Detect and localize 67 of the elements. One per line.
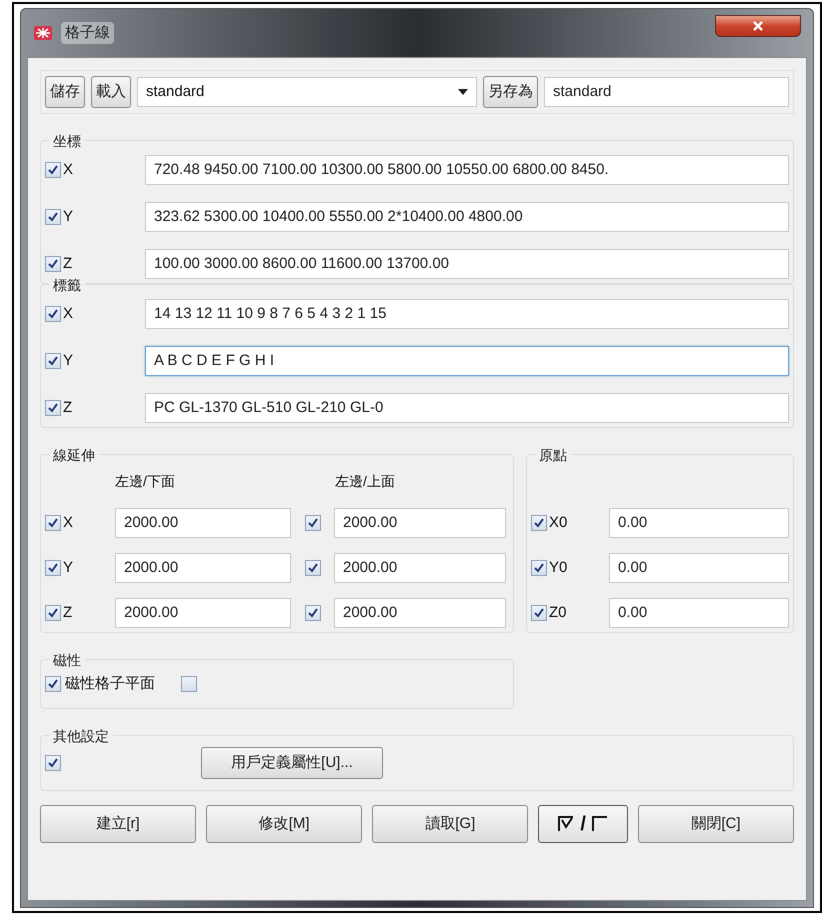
- text-field[interactable]: 14 13 12 11 10 9 8 7 6 5 4 3 2 1 15: [145, 299, 789, 329]
- column-heading: 左邊/下面: [115, 472, 176, 490]
- checkbox[interactable]: [45, 256, 61, 272]
- button[interactable]: 用戶定義屬性[U]...: [201, 747, 383, 779]
- checkbox[interactable]: [45, 162, 61, 178]
- field-label: X0: [549, 512, 568, 533]
- text-field[interactable]: 2000.00: [334, 598, 506, 628]
- column-heading: 左邊/上面: [335, 472, 395, 490]
- checkbox[interactable]: [45, 560, 61, 576]
- preset-dropdown[interactable]: standard: [137, 77, 477, 107]
- field-label: Y: [63, 206, 74, 227]
- empty-box-icon: [592, 816, 608, 832]
- text-field[interactable]: PC GL-1370 GL-510 GL-210 GL-0: [145, 393, 789, 423]
- button[interactable]: 修改[M]: [206, 805, 362, 843]
- text-field[interactable]: 0.00: [609, 553, 789, 583]
- checkbox[interactable]: [45, 605, 61, 621]
- text-field[interactable]: 2000.00: [115, 553, 291, 583]
- text-field[interactable]: A B C D E F G H I: [145, 346, 789, 376]
- button[interactable]: 讀取[G]: [372, 805, 528, 843]
- app-logo-icon: [33, 24, 53, 42]
- checkbox[interactable]: [304, 605, 320, 621]
- checkbox[interactable]: [45, 676, 61, 692]
- field-label: Z: [63, 254, 72, 274]
- field-label: Y: [63, 558, 74, 578]
- window-title: 格子線: [61, 22, 114, 44]
- checkbox[interactable]: [181, 676, 197, 692]
- checkbox[interactable]: [45, 755, 61, 771]
- field-label: Z0: [549, 602, 567, 623]
- text-field[interactable]: 323.62 5300.00 10400.00 5550.00 2*10400.00 4800.00: [145, 202, 789, 232]
- checkbox[interactable]: [45, 400, 61, 416]
- dropdown-value: standard: [146, 82, 206, 102]
- checkbox[interactable]: [531, 515, 547, 531]
- checked-box-icon: [558, 816, 574, 832]
- button[interactable]: 建立[r]: [40, 805, 196, 843]
- field-label: Z: [63, 602, 72, 623]
- name-field[interactable]: standard: [544, 77, 789, 107]
- checkbox-label: 磁性格子平面: [65, 674, 155, 694]
- field-label: Y0: [549, 558, 568, 578]
- field-label: Y: [63, 350, 74, 371]
- text-field[interactable]: 720.48 9450.00 7100.00 10300.00 5800.00 10550.00 6800.00 8450.: [145, 155, 789, 185]
- checkbox[interactable]: [531, 560, 547, 576]
- text-field[interactable]: 0.00: [609, 598, 789, 628]
- checkbox[interactable]: [531, 605, 547, 621]
- close-icon: [752, 20, 764, 32]
- checkbox[interactable]: [304, 560, 320, 576]
- checkbox[interactable]: [45, 515, 61, 531]
- text-field[interactable]: 2000.00: [115, 508, 291, 538]
- field-label: X: [63, 304, 74, 324]
- field-label: X: [63, 160, 74, 180]
- caret-icon: [458, 89, 468, 95]
- checkbox[interactable]: [45, 353, 61, 369]
- button[interactable]: 另存為: [483, 76, 538, 108]
- button[interactable]: 載入: [91, 76, 131, 108]
- check-toggle-button[interactable]: /: [538, 805, 628, 843]
- text-field[interactable]: 2000.00: [115, 598, 291, 628]
- button[interactable]: 關閉[C]: [638, 805, 794, 843]
- checkbox[interactable]: [45, 209, 61, 225]
- field-label: X: [63, 512, 74, 533]
- button[interactable]: 儲存: [45, 76, 85, 108]
- text-field[interactable]: 0.00: [609, 508, 789, 538]
- checkbox[interactable]: [45, 306, 61, 322]
- checkbox[interactable]: [304, 515, 320, 531]
- field-label: Z: [63, 398, 72, 418]
- text-field[interactable]: 2000.00: [334, 508, 506, 538]
- text-field[interactable]: 100.00 3000.00 8600.00 11600.00 13700.00: [145, 249, 789, 279]
- close-button[interactable]: [715, 15, 801, 37]
- text-field[interactable]: 2000.00: [334, 553, 506, 583]
